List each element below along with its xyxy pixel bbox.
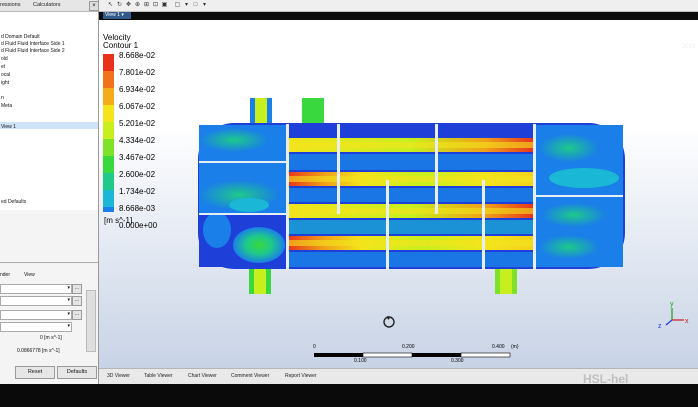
range-max-value: 0.0866778 [m s^-1] [17,348,60,354]
legend-swatch [103,207,114,212]
tree-item[interactable]: old [1,56,8,62]
legend-label: 6.934e-02 [119,85,156,94]
legend-label: 4.334e-02 [119,136,156,145]
ellipsis-button[interactable]: ... [72,284,82,294]
scale-label: 0.300 [451,358,464,364]
3d-viewport[interactable]: z y x [99,20,698,368]
scale-bar [314,352,511,358]
reset-button[interactable]: Reset [15,366,55,379]
svg-text:y: y [670,301,674,308]
tree-item[interactable]: d Fluid Fluid Interface Side 2 [1,48,65,54]
zoom-box-icon[interactable]: ⊞ [143,2,150,9]
left-panel: ressions Calculators × d Domain Default … [0,0,99,385]
tab-chart-viewer[interactable]: Chart Viewer [188,373,217,379]
dropdown-2[interactable]: ▾ [0,296,72,306]
outline-tree: d Domain Default d Fluid Fluid Interface… [0,12,98,210]
velocity-contour-plot: z y x [103,54,689,358]
range-min-value: 0 [m s^-1] [40,335,62,341]
tab-table-viewer[interactable]: Table Viewer [144,373,173,379]
tab-render[interactable]: nder [0,272,10,278]
chevron-down-icon: ▾ [67,285,70,291]
tab-calculators[interactable]: Calculators [33,2,61,8]
zoom-icon[interactable]: ⊕ [134,2,141,9]
legend-label: 6.067e-02 [119,102,156,111]
dropdown-3[interactable]: ▾ [0,310,72,320]
scale-label: 0.100 [354,358,367,364]
defaults-button[interactable]: Defaults [57,366,97,379]
watermark: HSL-hel [583,372,629,386]
legend-unit: [m s^-1] [104,216,133,225]
fit-view-icon[interactable]: ▣ [161,2,168,9]
chevron-down-icon: ▾ [67,297,70,303]
legend-label: 1.734e-02 [119,187,156,196]
legend-swatch [103,139,114,156]
cfd-post-window: ressions Calculators × d Domain Default … [0,0,698,385]
legend-label: 3.467e-02 [119,153,156,162]
left-panel-tabs: ressions Calculators × [0,0,99,12]
legend-swatch [103,156,114,173]
zoom-fit-icon[interactable]: ⊡ [152,2,159,9]
pan-icon[interactable]: ✥ [125,2,132,9]
legend-subtitle: Contour 1 [103,41,139,50]
ellipsis-button[interactable]: ... [72,296,82,306]
tree-item[interactable]: et [1,64,5,70]
tab-comment-viewer[interactable]: Comment Viewer [231,373,269,379]
tree-item-view-1[interactable]: View 1 [1,124,16,130]
tab-report-viewer[interactable]: Report Viewer [285,373,317,379]
view-selector[interactable]: View 1 ▾ [103,12,131,19]
view-selector-label: View 1 [105,12,120,18]
dropdown-4[interactable]: ▾ [0,322,72,332]
tree-item[interactable]: Meta [1,103,12,109]
legend-label: 8.668e-02 [119,51,156,60]
legend-swatch [103,105,114,122]
chevron-down-icon[interactable]: ▾ [201,2,208,9]
axis-triad: z y x [658,301,689,330]
legend-label: 8.668e-03 [119,204,156,213]
rotate-icon[interactable]: ↻ [116,2,123,9]
scale-label: 0.400 [492,344,505,350]
chevron-down-icon: ▾ [67,311,70,317]
legend-swatch [103,54,114,71]
close-icon[interactable]: × [89,1,99,11]
legend-swatch [103,71,114,88]
scale-label: 0.200 [402,344,415,350]
tab-3d-viewer[interactable]: 3D Viewer [107,373,130,379]
tree-item[interactable]: ocal [1,72,10,78]
legend-swatch [103,173,114,190]
ansys-version: 2019 [682,44,696,50]
scrollbar[interactable] [86,290,96,352]
chevron-down-icon[interactable]: ▾ [183,2,190,9]
bottom-bar [0,384,698,407]
legend-label: 5.201e-02 [119,119,156,128]
scale-label: 0 [313,344,316,350]
dropdown-1[interactable]: ▾ [0,284,72,294]
legend-label: 2.600e-02 [119,170,156,179]
tab-expressions[interactable]: ressions [0,2,20,8]
svg-text:z: z [658,323,662,330]
viewer-toolbar: ↖ ↻ ✥ ⊕ ⊞ ⊡ ▣ ▢ ▾ □ ▾ [99,0,698,12]
legend-swatch [103,88,114,105]
ellipsis-button[interactable]: ... [72,310,82,320]
tree-item[interactable]: ight [1,80,9,86]
tree-item[interactable]: ed Defaults [1,199,26,205]
legend-colorbar [103,54,114,212]
frame-icon[interactable]: □ [192,2,199,9]
legend-swatch [103,122,114,139]
chevron-down-icon: ▾ [67,323,70,329]
tree-item[interactable]: d Fluid Fluid Interface Side 1 [1,41,65,47]
rotate-view-icon[interactable] [383,316,395,328]
tree-item[interactable]: d Domain Default [1,34,40,40]
legend-label: 7.801e-02 [119,68,156,77]
capture-icon[interactable]: ▢ [174,2,181,9]
legend-swatch [103,190,114,207]
tab-view[interactable]: View [24,272,35,278]
select-icon[interactable]: ↖ [107,2,114,9]
svg-text:x: x [685,318,689,325]
scale-unit: (m) [511,344,519,350]
chevron-down-icon: ▾ [121,12,124,18]
tree-item[interactable]: n [1,95,4,101]
